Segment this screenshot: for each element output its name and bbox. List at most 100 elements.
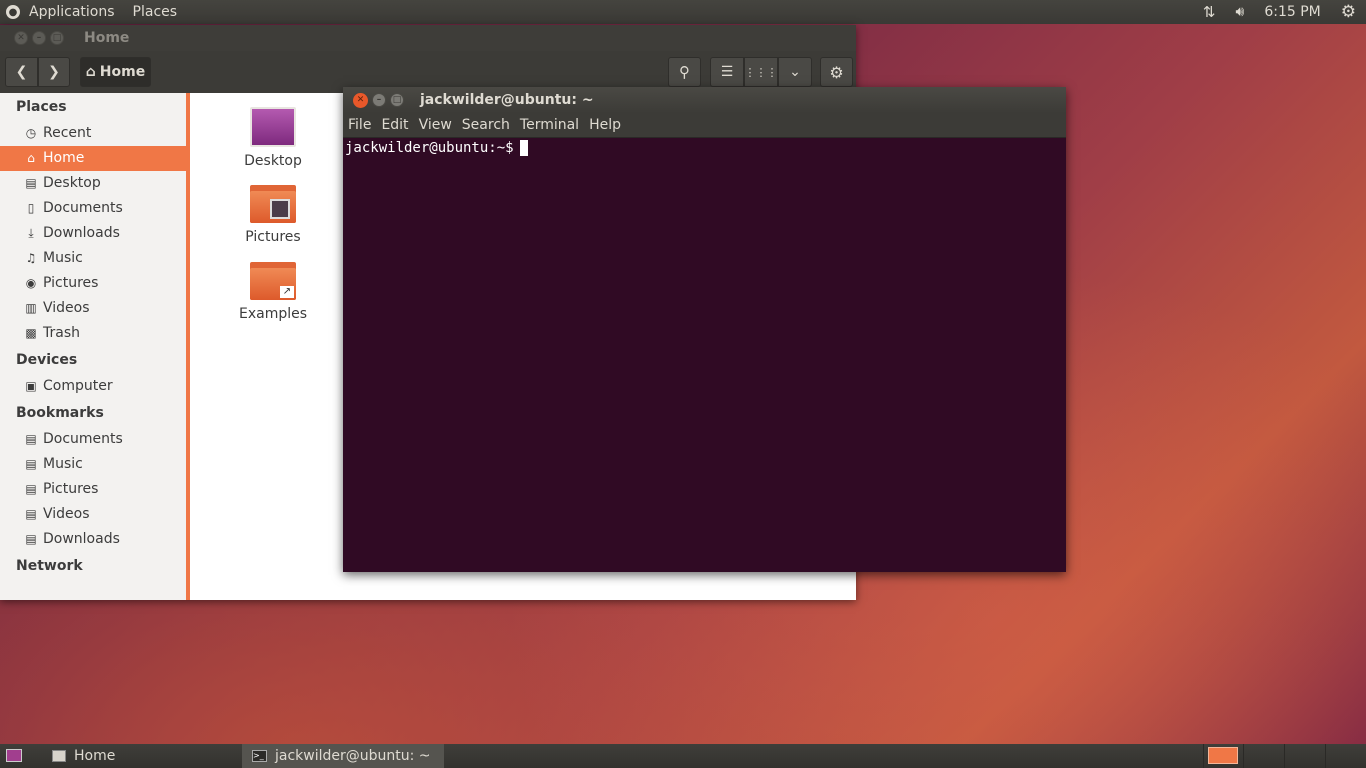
back-button[interactable]: ❮	[5, 57, 38, 87]
search-icon: ⚲	[679, 63, 690, 81]
file-examples[interactable]: ↗ Examples	[228, 262, 318, 322]
sidebar-item-label: Videos	[43, 506, 90, 522]
sidebar-item-trash[interactable]: ▩ Trash	[0, 321, 186, 346]
folder-icon: ▤	[25, 432, 37, 446]
clock-icon: ◷	[25, 126, 37, 140]
sidebar-item-label: Downloads	[43, 531, 120, 547]
sidebar: Places ◷ Recent ⌂ Home ▤ Desktop ▯ Documents ⤓ Do…	[0, 93, 186, 600]
task-home[interactable]: Home	[42, 744, 238, 768]
file-manager-icon	[52, 750, 66, 762]
task-label: jackwilder@ubuntu: ~	[275, 748, 431, 764]
folder-icon: ▤	[25, 507, 37, 521]
places-header: Places	[16, 99, 67, 115]
task-terminal[interactable]: >_ jackwilder@ubuntu: ~	[242, 744, 444, 768]
path-home-button[interactable]: ⌂ Home	[80, 57, 151, 87]
sidebar-item-label: Music	[43, 456, 83, 472]
list-view-button[interactable]: ☰	[710, 57, 744, 87]
sidebar-item-label: Pictures	[43, 275, 99, 291]
sidebar-item-label: Desktop	[43, 175, 101, 191]
list-icon: ☰	[720, 64, 734, 80]
menu-terminal[interactable]: Terminal	[515, 117, 584, 133]
home-icon: ⌂	[85, 64, 96, 80]
folder-icon: ▤	[25, 176, 37, 190]
trash-icon: ▩	[25, 326, 37, 340]
sidebar-item-documents[interactable]: ▤ Documents	[0, 427, 186, 452]
sidebar-item-downloads[interactable]: ▤ Downloads	[0, 527, 186, 552]
sidebar-item-label: Home	[43, 150, 85, 166]
bottom-panel: Home >_ jackwilder@ubuntu: ~	[0, 744, 1366, 768]
view-options-button[interactable]: ⌄	[778, 57, 812, 87]
close-icon[interactable]: ✕	[14, 31, 28, 45]
menu-help[interactable]: Help	[584, 117, 626, 133]
sidebar-item-videos[interactable]: ▥ Videos	[0, 296, 186, 321]
terminal-prompt: jackwilder@ubuntu:~$	[345, 140, 514, 156]
file-pictures[interactable]: Pictures	[228, 185, 318, 245]
file-label: Desktop	[244, 153, 302, 169]
sidebar-item-pictures[interactable]: ▤ Pictures	[0, 477, 186, 502]
applications-label: Applications	[29, 4, 115, 20]
minimize-icon[interactable]: –	[372, 93, 386, 107]
search-button[interactable]: ⚲	[668, 57, 701, 87]
terminal-menubar: File Edit View Search Terminal Help	[343, 113, 1066, 138]
menu-file[interactable]: File	[343, 117, 376, 133]
path-home-label: Home	[99, 64, 146, 80]
maximize-icon[interactable]: □	[50, 31, 64, 45]
sidebar-item-pictures[interactable]: ◉ Pictures	[0, 271, 186, 296]
workspace-3[interactable]	[1284, 744, 1324, 768]
pictures-folder-icon	[250, 185, 296, 223]
network-icon[interactable]: ⇅	[1193, 0, 1226, 24]
sidebar-item-documents[interactable]: ▯ Documents	[0, 196, 186, 221]
examples-folder-icon: ↗	[250, 262, 296, 300]
menu-edit[interactable]: Edit	[376, 117, 413, 133]
chevron-down-icon: ⌄	[789, 64, 801, 80]
places-menu[interactable]: Places	[124, 0, 187, 24]
sidebar-item-computer[interactable]: ▣ Computer	[0, 374, 186, 399]
folder-icon: ▤	[25, 457, 37, 471]
chevron-right-icon: ❯	[48, 64, 60, 80]
sidebar-item-videos[interactable]: ▤ Videos	[0, 502, 186, 527]
document-icon: ▯	[27, 201, 35, 215]
desktop-folder-icon	[250, 107, 296, 147]
folder-icon: ▤	[25, 482, 37, 496]
grid-view-button[interactable]: ⋮⋮⋮	[744, 57, 778, 87]
sidebar-item-label: Computer	[43, 378, 113, 394]
file-label: Examples	[238, 306, 308, 322]
file-label: Pictures	[245, 229, 301, 245]
terminal-titlebar[interactable]: ✕ – □ jackwilder@ubuntu: ~	[343, 87, 1066, 113]
menu-search[interactable]: Search	[457, 117, 515, 133]
terminal-icon: >_	[252, 750, 267, 762]
file-manager-titlebar[interactable]: ✕ – □ Home	[0, 25, 856, 51]
drive-icon: ▣	[25, 379, 37, 393]
minimize-icon[interactable]: –	[32, 31, 46, 45]
sidebar-item-label: Downloads	[43, 225, 120, 241]
settings-button[interactable]: ⚙	[820, 57, 853, 87]
download-icon: ⤓	[28, 226, 34, 240]
sidebar-item-desktop[interactable]: ▤ Desktop	[0, 171, 186, 196]
sidebar-item-label: Videos	[43, 300, 90, 316]
sidebar-item-home[interactable]: ⌂ Home	[0, 146, 186, 171]
clock[interactable]: 6:15 PM	[1254, 0, 1330, 24]
ubuntu-logo-icon: ●	[6, 5, 20, 19]
sidebar-item-label: Trash	[43, 325, 80, 341]
sidebar-item-music[interactable]: ▤ Music	[0, 452, 186, 477]
workspace-4[interactable]	[1325, 744, 1365, 768]
maximize-icon[interactable]: □	[390, 93, 404, 107]
volume-icon[interactable]: 🔊︎	[1226, 0, 1255, 24]
power-gear-icon[interactable]: ⚙	[1331, 0, 1366, 24]
menu-view[interactable]: View	[414, 117, 457, 133]
show-desktop-icon[interactable]	[6, 749, 22, 762]
terminal-window: ✕ – □ jackwilder@ubuntu: ~ File Edit Vie…	[343, 87, 1066, 572]
file-desktop[interactable]: Desktop	[228, 107, 318, 169]
close-icon[interactable]: ✕	[353, 92, 368, 108]
workspace-2[interactable]	[1243, 744, 1283, 768]
sidebar-item-label: Documents	[43, 200, 123, 216]
workspace-1[interactable]	[1203, 744, 1243, 768]
sidebar-item-recent[interactable]: ◷ Recent	[0, 121, 186, 146]
sidebar-item-label: Music	[43, 250, 83, 266]
sidebar-item-downloads[interactable]: ⤓ Downloads	[0, 221, 186, 246]
chevron-left-icon: ❮	[15, 64, 28, 80]
forward-button[interactable]: ❯	[38, 57, 70, 87]
applications-menu[interactable]: ● Applications	[0, 0, 124, 24]
sidebar-item-music[interactable]: ♫ Music	[0, 246, 186, 271]
terminal-output[interactable]: jackwilder@ubuntu:~$	[343, 138, 1066, 572]
